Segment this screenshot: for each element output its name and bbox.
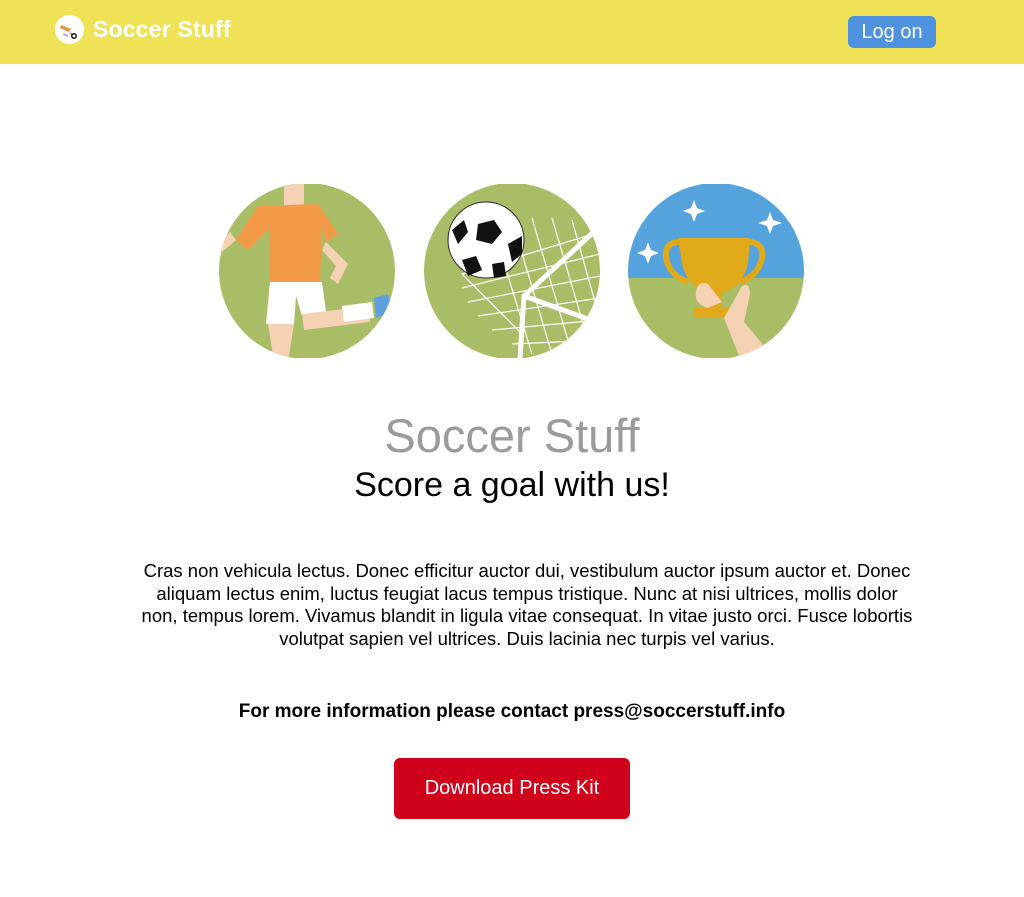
contact-info: For more information please contact pres… — [238, 701, 786, 722]
top-navigation-bar: Soccer Stuff Log on — [0, 0, 1024, 64]
page-subtitle: Score a goal with us! — [354, 466, 670, 504]
page-title: Soccer Stuff — [384, 409, 640, 462]
hero-illustrations — [218, 184, 808, 358]
brand-name: Soccer Stuff — [93, 15, 231, 42]
log-on-button[interactable]: Log on — [848, 16, 936, 48]
soccer-logo-icon — [55, 14, 84, 44]
download-press-kit-button[interactable]: Download Press Kit — [394, 758, 630, 819]
intro-paragraph: Cras non vehicula lectus. Donec efficitu… — [141, 560, 913, 649]
brand[interactable]: Soccer Stuff — [55, 14, 231, 44]
trophy-icon — [628, 184, 804, 358]
ball-in-net-icon — [424, 184, 600, 358]
soccer-player-kick-icon — [219, 184, 395, 358]
